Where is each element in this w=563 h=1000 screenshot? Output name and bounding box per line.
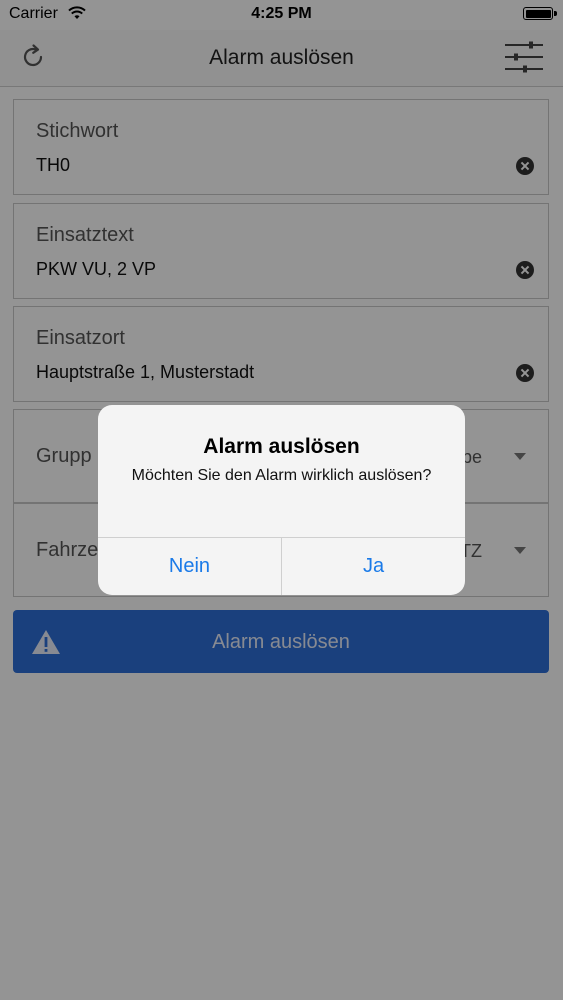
dialog-title: Alarm auslösen xyxy=(203,435,360,458)
cancel-button[interactable]: Nein xyxy=(98,538,281,595)
dialog-message: Möchten Sie den Alarm wirklich auslösen? xyxy=(131,467,432,484)
confirm-button[interactable]: Ja xyxy=(282,538,465,595)
confirm-dialog: Alarm auslösen Möchten Sie den Alarm wir… xyxy=(98,405,465,595)
